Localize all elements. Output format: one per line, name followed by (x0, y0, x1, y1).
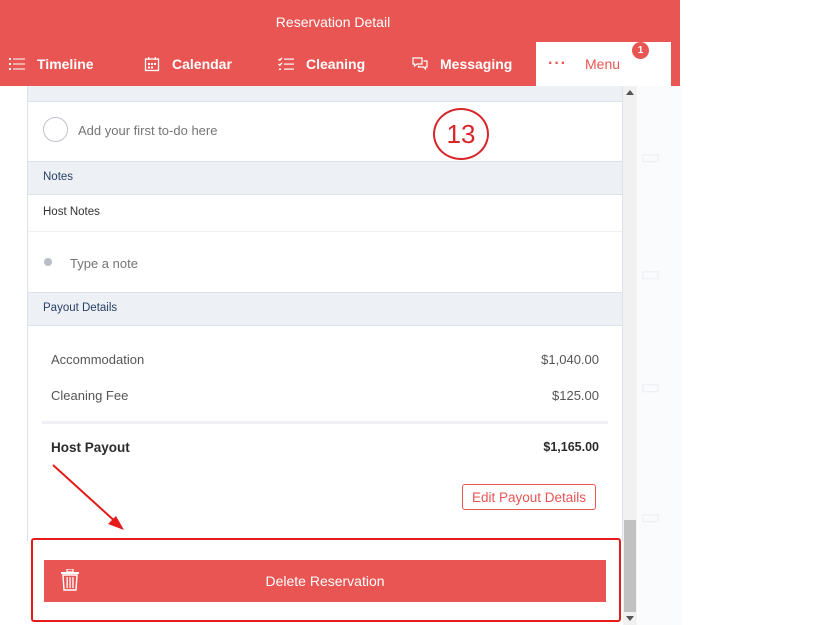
divider (42, 421, 608, 424)
chat-icon (412, 57, 428, 71)
todo-input[interactable] (78, 123, 378, 138)
scrollbar-thumb[interactable] (624, 520, 636, 612)
nav-cleaning-label: Cleaning (306, 56, 366, 72)
todo-item (28, 101, 622, 162)
checklist-icon (278, 57, 294, 70)
scroll-down-arrow-icon[interactable] (626, 616, 634, 621)
nav-timeline[interactable]: Timeline (9, 54, 94, 74)
notes-section-header: Notes (28, 162, 622, 195)
todo-checkbox[interactable] (43, 117, 68, 142)
faded-icon: ▭ (640, 374, 661, 399)
payout-row-label: Accommodation (51, 352, 145, 367)
notification-badge: 1 (632, 42, 649, 59)
host-payout-label: Host Payout (51, 440, 130, 455)
todo-section-header: — (28, 86, 622, 102)
nav-calendar[interactable]: Calendar (144, 54, 232, 74)
calendar-icon (144, 57, 160, 72)
payout-row-label: Cleaning Fee (51, 388, 129, 403)
more-dots-icon: ··· (548, 55, 567, 72)
note-input[interactable] (70, 256, 370, 271)
delete-reservation-button[interactable]: Delete Reservation (44, 560, 606, 602)
delete-reservation-label: Delete Reservation (265, 573, 385, 589)
edit-payout-details-button[interactable]: Edit Payout Details (462, 484, 596, 510)
payout-row-cleaning-fee: Cleaning Fee $125.00 (51, 388, 599, 403)
nav-messaging-label: Messaging (440, 56, 513, 72)
host-payout-total: Host Payout $1,165.00 (51, 440, 599, 455)
host-notes-label: Host Notes (43, 206, 100, 218)
payout-section-title: Payout Details (43, 302, 118, 314)
nav-menu-label: Menu (585, 56, 621, 72)
payout-section-header: Payout Details (28, 292, 622, 326)
scroll-up-arrow-icon[interactable] (626, 90, 634, 95)
page-title: Reservation Detail (275, 14, 391, 30)
payout-row-amount: $125.00 (552, 388, 599, 403)
scrollbar[interactable] (623, 86, 637, 625)
list-icon (9, 58, 25, 70)
trash-icon (61, 569, 79, 591)
background-panel: ▭ ▭ ▭ ▭ (638, 86, 682, 625)
host-payout-amount: $1,165.00 (543, 440, 599, 454)
faded-icon: ▭ (640, 261, 661, 286)
nav-timeline-label: Timeline (37, 56, 94, 72)
nav-cleaning[interactable]: Cleaning (278, 54, 365, 74)
faded-icon: ▭ (640, 504, 661, 529)
payout-row-accommodation: Accommodation $1,040.00 (51, 352, 599, 367)
payout-row-amount: $1,040.00 (541, 352, 599, 367)
bullet-icon (44, 258, 52, 266)
app-header: Reservation Detail Timeline Calendar Cle… (0, 0, 680, 86)
faded-icon: ▭ (640, 144, 661, 169)
notes-section-title: Notes (43, 171, 74, 183)
nav-calendar-label: Calendar (172, 56, 232, 72)
nav-messaging[interactable]: Messaging (412, 54, 512, 74)
reservation-detail-panel: — Notes Host Notes Payout Details Accomm… (27, 86, 623, 541)
divider (28, 231, 622, 232)
nav-menu[interactable]: ··· Menu 1 (536, 42, 671, 86)
todo-section-title-cut: — (44, 86, 56, 90)
